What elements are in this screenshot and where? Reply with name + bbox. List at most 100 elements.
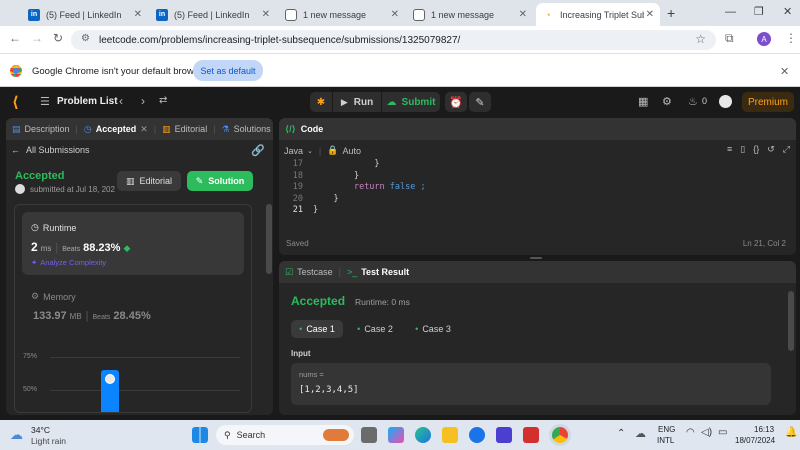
edge-icon[interactable] (415, 427, 431, 443)
infobar-text: Google Chrome isn't your default browser (32, 66, 208, 77)
window-close-icon[interactable]: ✕ (783, 5, 792, 18)
clock-date[interactable]: 18/07/2024 (735, 436, 775, 445)
run-button[interactable]: ▶ Run (333, 92, 381, 112)
code-line: 17 } (279, 159, 796, 171)
problem-list-link[interactable]: Problem List (57, 96, 118, 107)
case-3-tab[interactable]: • Case 3 (407, 320, 459, 338)
reload-icon[interactable]: ↻ (53, 31, 63, 45)
extensions-icon[interactable]: ⧉ (725, 31, 734, 46)
app-icon[interactable] (469, 427, 485, 443)
case-1-tab[interactable]: • Case 1 (291, 320, 343, 338)
file-explorer-icon[interactable] (442, 427, 458, 443)
memory-chip-icon: ⚙ (31, 291, 40, 301)
reset-icon[interactable]: ↺ (767, 144, 775, 155)
task-view-icon[interactable] (361, 427, 377, 443)
fullscreen-icon[interactable]: ⤢ (783, 144, 790, 155)
restore-icon[interactable]: ❐ (754, 5, 764, 18)
language-primary[interactable]: ENG (658, 425, 675, 434)
debug-button[interactable]: ✱ (310, 92, 332, 112)
minimize-icon[interactable]: — (725, 6, 736, 18)
memory-header[interactable]: ⚙ Memory (31, 291, 76, 302)
bookmark-star-icon[interactable]: ☆ (695, 32, 706, 46)
taskbar-search[interactable]: ⚲ Search (216, 425, 354, 445)
language-select[interactable]: Java (284, 146, 303, 156)
set-default-button[interactable]: Set as default (193, 60, 263, 81)
new-tab-icon[interactable]: + (667, 5, 675, 21)
weather-desc[interactable]: Light rain (31, 436, 66, 446)
distribution-bar[interactable] (101, 370, 119, 412)
braces-icon[interactable]: {} (753, 144, 759, 155)
weather-temp[interactable]: 34°C (31, 425, 50, 435)
next-problem-icon[interactable]: › (141, 94, 145, 108)
submit-button[interactable]: ☁ Submit (382, 92, 440, 112)
settings-gear-icon[interactable]: ⚙ (662, 95, 672, 108)
site-info-icon[interactable]: ⚙ (81, 33, 90, 44)
tab-testcase[interactable]: Testcase (297, 267, 333, 277)
close-icon[interactable]: ✕ (391, 9, 399, 20)
browser-tab[interactable]: 1 new message ✕ (407, 3, 533, 26)
left-panel-scrollbar[interactable] (266, 204, 272, 274)
wifi-icon[interactable]: ◠ (686, 427, 695, 438)
close-icon[interactable]: ✕ (262, 9, 270, 20)
share-link-icon[interactable]: 🔗 (251, 144, 265, 157)
tab-accepted[interactable]: Accepted (96, 124, 137, 134)
shuffle-icon[interactable]: ⇄ (159, 95, 167, 106)
notification-bell-icon[interactable]: 🔔 (785, 427, 797, 438)
submission-panel: ▤ Description | ◷ Accepted ✕ | ▥ Editori… (6, 118, 273, 415)
code-panel-header: ⟨/⟩ Code (279, 118, 796, 140)
leetcode-logo-icon[interactable]: ⟨ (12, 93, 19, 111)
weather-icon[interactable]: ☁ (10, 427, 23, 443)
code-editor[interactable]: 17 } 18 } 19 return false ; 20 } 21 } (279, 159, 796, 217)
chrome-icon (10, 65, 22, 77)
chrome-menu-icon[interactable]: ⋮ (785, 31, 797, 45)
cloud-icon[interactable]: ☁ (635, 427, 646, 440)
volume-icon[interactable]: ◁) (701, 427, 712, 438)
close-icon[interactable]: ✕ (519, 9, 527, 20)
profile-avatar[interactable]: A (757, 32, 771, 46)
browser-tab[interactable]: 1 new message ✕ (279, 3, 405, 26)
solution-button[interactable]: ✎ Solution (187, 171, 253, 191)
format-icon[interactable]: ≡ (727, 144, 732, 155)
tab-test-result[interactable]: Test Result (361, 267, 409, 277)
tab-editorial[interactable]: Editorial (175, 124, 208, 134)
infobar-close-icon[interactable]: ✕ (780, 65, 789, 78)
bookmark-icon[interactable]: ▯ (740, 144, 745, 155)
language-secondary[interactable]: INTL (657, 436, 674, 445)
timer-button[interactable]: ⏰ (445, 92, 467, 112)
notes-button[interactable]: ✎ (469, 92, 491, 112)
prev-problem-icon[interactable]: ‹ (119, 94, 123, 108)
chevron-up-icon[interactable]: ⌃ (617, 428, 625, 439)
all-submissions-link[interactable]: ← All Submissions (11, 145, 90, 155)
result-scrollbar[interactable] (788, 291, 794, 351)
browser-tab[interactable]: in (5) Feed | LinkedIn ✕ (150, 3, 276, 26)
line-text: } (313, 193, 339, 204)
flame-icon[interactable]: ♨ (688, 95, 698, 108)
close-icon[interactable]: ✕ (646, 9, 654, 20)
back-icon[interactable]: ← (9, 31, 21, 45)
prime-video-icon[interactable] (496, 427, 512, 443)
chrome-taskbar-icon[interactable] (552, 427, 568, 443)
autocomplete-mode[interactable]: Auto (342, 146, 361, 156)
analyze-complexity-link[interactable]: ✦ Analyze Complexity (31, 258, 106, 267)
close-tab-icon[interactable]: ✕ (140, 124, 148, 135)
windows-start-icon[interactable] (192, 427, 208, 443)
tab-description[interactable]: Description (25, 124, 70, 134)
editorial-button[interactable]: ▥ Editorial (117, 171, 181, 191)
user-avatar[interactable] (719, 95, 732, 108)
battery-icon[interactable]: ▭ (718, 427, 727, 438)
browser-tab[interactable]: in (5) Feed | LinkedIn ✕ (22, 3, 148, 26)
layout-icon[interactable]: ▦ (638, 95, 648, 108)
terminal-icon: >_ (346, 267, 358, 277)
forward-icon[interactable]: → (31, 31, 43, 45)
browser-tab-active[interactable]: ◔ Increasing Triplet Subseq ✕ (536, 3, 660, 26)
tab-solutions[interactable]: Solutions (234, 124, 271, 134)
premium-button[interactable]: Premium (742, 92, 794, 112)
panel-resize-handle[interactable] (530, 257, 542, 259)
clock-time[interactable]: 16:13 (754, 425, 774, 434)
copilot-icon[interactable] (388, 427, 404, 443)
close-icon[interactable]: ✕ (134, 9, 142, 20)
mcafee-icon[interactable] (523, 427, 539, 443)
address-bar[interactable]: ⚙ leetcode.com/problems/increasing-tripl… (71, 30, 716, 50)
case-2-tab[interactable]: • Case 2 (349, 320, 401, 338)
runtime-box[interactable]: ◷ Runtime 2 ms | Beats 88.23% ◆ ✦ Analyz… (22, 212, 244, 275)
